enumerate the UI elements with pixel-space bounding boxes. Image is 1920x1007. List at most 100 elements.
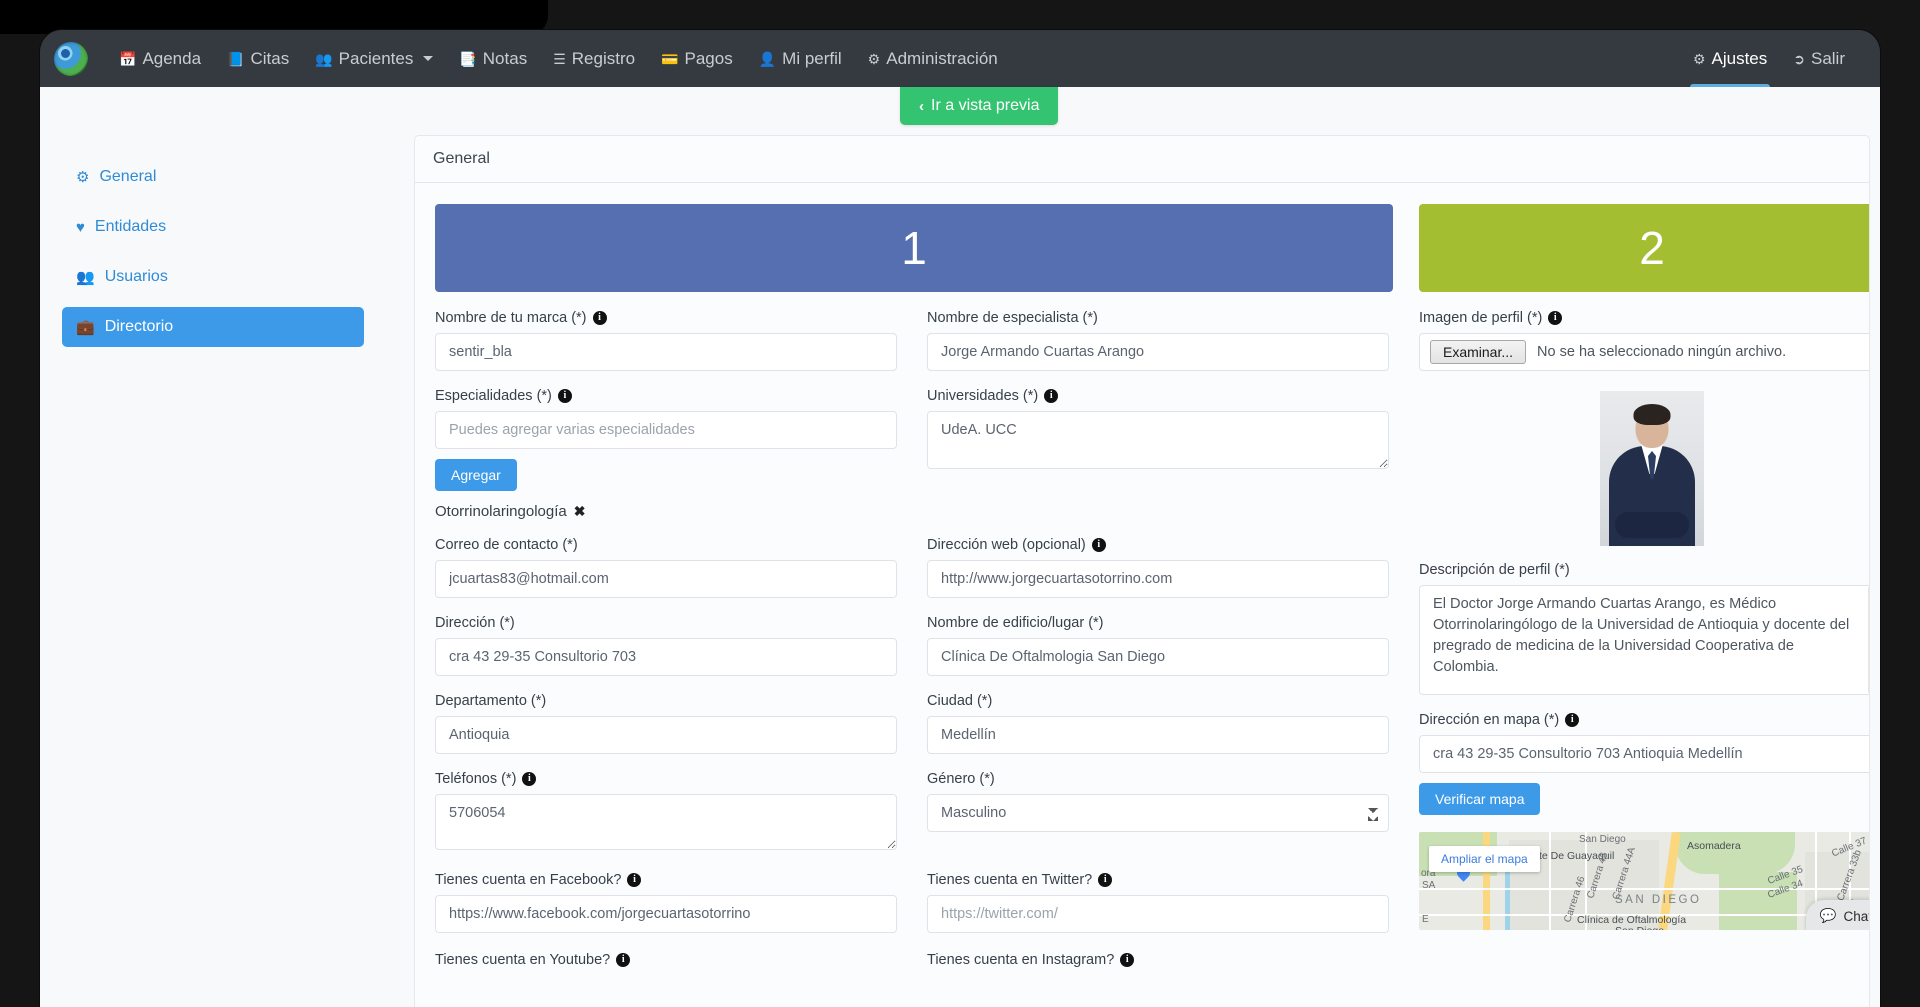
avatar	[1600, 391, 1704, 546]
field-label: Tienes cuenta en Twitter? i	[927, 872, 1389, 888]
nav-item-registro[interactable]: ☰ Registro	[540, 43, 648, 75]
nav-label: Salir	[1810, 48, 1845, 68]
nav-label: Notas	[482, 48, 528, 68]
label-text: Departamento (*)	[435, 693, 547, 709]
info-icon[interactable]: i	[616, 953, 631, 967]
chevron-down-icon	[423, 56, 434, 61]
examinar-button[interactable]: Examinar...	[1430, 340, 1527, 364]
nav-item-salir[interactable]: ➲ Salir	[1780, 43, 1858, 75]
go-to-preview-button[interactable]: ‹ Ir a vista previa	[900, 87, 1059, 125]
field-especialidades: Especialidades (*) i Agregar Otorrinolar…	[435, 388, 897, 520]
info-icon[interactable]: i	[627, 873, 642, 887]
descripcion-scrollbar[interactable]: ▲ ▼	[1868, 587, 1869, 693]
chevron-left-icon: ‹	[919, 97, 924, 115]
sidebar-item-general[interactable]: ⚙ General	[62, 157, 364, 197]
ciudad-input[interactable]	[927, 716, 1389, 754]
label-text: Nombre de edificio/lugar (*)	[927, 615, 1104, 631]
briefcase-icon: 💼	[76, 318, 95, 336]
label-text: Descripción de perfil (*)	[1419, 562, 1570, 578]
nombre-especialista-input[interactable]	[927, 333, 1389, 371]
field-twitter: Tienes cuenta en Twitter? i	[927, 872, 1389, 933]
nombre-edificio-input[interactable]	[927, 638, 1389, 676]
label-text: Tienes cuenta en Youtube?	[435, 952, 611, 968]
nav-item-agenda[interactable]: 📅 Agenda	[106, 43, 214, 75]
sidebar-item-usuarios[interactable]: 👥 Usuarios	[62, 257, 364, 297]
direccion-mapa-input[interactable]	[1419, 735, 1869, 773]
label-text: Ciudad (*)	[927, 693, 993, 709]
map-label: San Diego	[1615, 925, 1664, 930]
chat-widget-button[interactable]: 💬 Chat	[1805, 900, 1869, 930]
field-nombre-edificio: Nombre de edificio/lugar (*)	[927, 615, 1389, 676]
genero-select[interactable]: Masculino	[927, 794, 1389, 832]
info-icon[interactable]: i	[1098, 873, 1113, 887]
nav-item-citas[interactable]: 📘 Citas	[214, 43, 302, 75]
field-label: Nombre de especialista (*)	[927, 310, 1389, 326]
sliders-icon: ⚙	[76, 168, 90, 186]
users-icon: 👥	[76, 268, 95, 286]
nav-item-notas[interactable]: 📑 Notas	[446, 43, 540, 75]
especialidad-tag-label: Otorrinolaringología	[435, 503, 567, 520]
label-text: Tienes cuenta en Instagram?	[927, 952, 1115, 968]
note-icon: 📑	[459, 50, 477, 67]
nav-item-ajustes[interactable]: ⚙ Ajustes	[1680, 43, 1780, 88]
step-two-column: 2 Imagen de perfil (*) i Examinar... No …	[1419, 204, 1869, 1007]
twitter-input[interactable]	[927, 895, 1389, 933]
field-nombre-especialista: Nombre de especialista (*)	[927, 310, 1389, 371]
info-icon[interactable]: i	[1120, 953, 1135, 967]
field-label: Tienes cuenta en Youtube? i	[435, 952, 897, 968]
step-one-number: 1	[901, 222, 927, 274]
nav-label: Ajustes	[1711, 48, 1768, 68]
label-text: Dirección web (opcional)	[927, 537, 1086, 553]
nombre-marca-input[interactable]	[435, 333, 897, 371]
map-label: SAN DIEGO	[1615, 894, 1702, 906]
info-icon[interactable]: i	[522, 772, 537, 786]
direccion-web-input[interactable]	[927, 560, 1389, 598]
correo-contacto-input[interactable]	[435, 560, 897, 598]
map-preview[interactable]: San Diego te De Guayaquil Asomadera Call…	[1419, 832, 1869, 930]
especialidad-tag: Otorrinolaringología ✖	[435, 503, 897, 520]
step-one-fields: Nombre de tu marca (*) i Nombre de espec…	[435, 310, 1393, 992]
card-header: General	[415, 136, 1869, 183]
field-correo-contacto: Correo de contacto (*)	[435, 537, 897, 598]
chat-bubble-icon: 💬	[1819, 908, 1837, 923]
field-label: Dirección web (opcional) i	[927, 537, 1389, 553]
clinic-logo-icon[interactable]	[54, 41, 88, 76]
info-icon[interactable]: i	[1091, 538, 1106, 552]
info-icon[interactable]: i	[1565, 713, 1580, 727]
direccion-input[interactable]	[435, 638, 897, 676]
especialidades-input[interactable]	[435, 411, 897, 449]
browser-viewport: 📅 Agenda 📘 Citas 👥 Pacientes 📑 Notas ☰ R…	[40, 30, 1880, 1007]
nav-item-administracion[interactable]: ⚙ Administración	[855, 43, 1011, 75]
field-label: Tienes cuenta en Facebook? i	[435, 872, 897, 888]
field-direccion: Dirección (*)	[435, 615, 897, 676]
expand-map-button[interactable]: Ampliar el mapa	[1429, 846, 1540, 872]
nav-item-pacientes[interactable]: 👥 Pacientes	[302, 43, 446, 75]
nav-item-pagos[interactable]: 💳 Pagos	[648, 43, 746, 75]
universidades-textarea[interactable]: UdeA. UCC	[927, 411, 1389, 469]
telefonos-textarea[interactable]: 5706054	[435, 794, 897, 850]
field-label: Tienes cuenta en Instagram? i	[927, 952, 1389, 968]
info-icon[interactable]: i	[592, 311, 607, 325]
field-label: Correo de contacto (*)	[435, 537, 897, 553]
facebook-input[interactable]	[435, 895, 897, 933]
info-icon[interactable]: i	[1044, 389, 1059, 403]
departamento-input[interactable]	[435, 716, 897, 754]
info-icon[interactable]: i	[557, 389, 572, 403]
info-icon[interactable]: i	[1548, 311, 1563, 325]
nav-item-mi-perfil[interactable]: 👤 Mi perfil	[746, 43, 855, 75]
label-text: Tienes cuenta en Twitter?	[927, 872, 1093, 888]
agregar-especialidad-button[interactable]: Agregar	[435, 459, 517, 491]
sidebar-item-entidades[interactable]: ♥ Entidades	[62, 207, 364, 247]
field-departamento: Departamento (*)	[435, 693, 897, 754]
settings-content-card: General 1 Nombre de tu marca (*) i senti…	[414, 135, 1870, 1007]
verificar-mapa-button[interactable]: Verificar mapa	[1419, 783, 1541, 815]
label-text: Dirección (*)	[435, 615, 515, 631]
remove-tag-icon[interactable]: ✖	[574, 503, 586, 520]
sidebar-item-directorio[interactable]: 💼 Directorio	[62, 307, 364, 347]
imagen-perfil-file-input[interactable]: Examinar... No se ha seleccionado ningún…	[1419, 333, 1869, 371]
field-label: Departamento (*)	[435, 693, 897, 709]
step-one-banner: 1	[435, 204, 1393, 292]
chat-label: Chat	[1843, 908, 1869, 924]
step-two-number: 2	[1639, 222, 1665, 274]
descripcion-perfil-textarea[interactable]: El Doctor Jorge Armando Cuartas Arango, …	[1419, 585, 1869, 695]
